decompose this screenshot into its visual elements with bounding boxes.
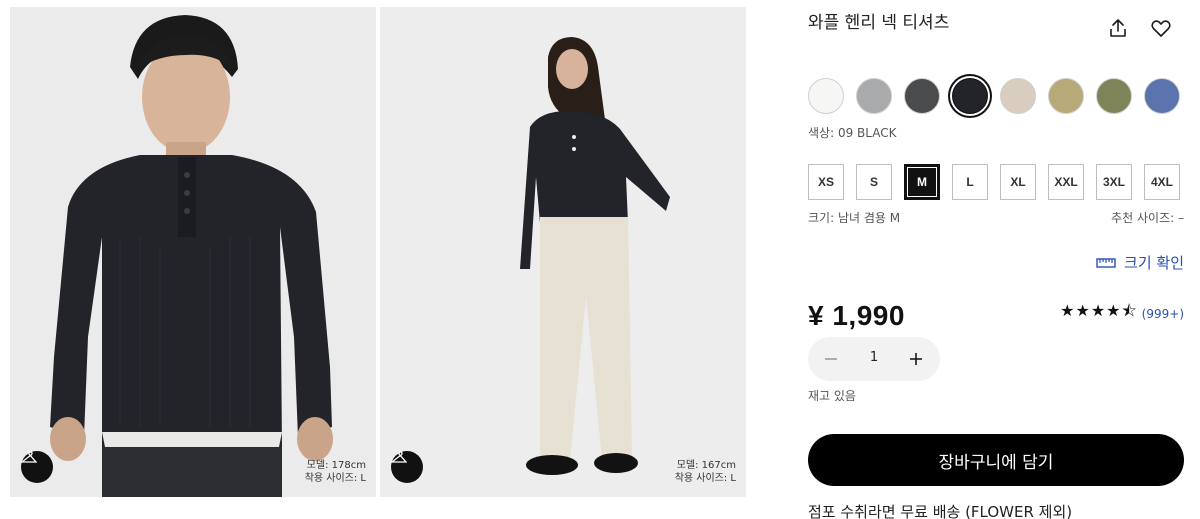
favorite-button[interactable] — [1150, 17, 1172, 39]
product-image-1[interactable]: 모델: 178cm 착용 사이즈: L — [10, 7, 376, 497]
size-option-l[interactable]: L — [952, 164, 988, 200]
hanger-icon — [21, 451, 37, 463]
quantity-decrease-button[interactable] — [820, 348, 842, 370]
color-swatch-black[interactable] — [952, 78, 988, 114]
color-swatch-khaki[interactable] — [1048, 78, 1084, 114]
model-info: 모델: 178cm 착용 사이즈: L — [305, 459, 366, 485]
product-price: ¥ 1,990 — [808, 300, 905, 331]
quantity-stepper: 1 — [808, 337, 940, 381]
try-on-button[interactable] — [391, 451, 423, 483]
selected-size-label: 크기: 남녀 겸용 M — [808, 211, 901, 225]
color-swatch-blue[interactable] — [1144, 78, 1180, 114]
size-option-xl[interactable]: XL — [1000, 164, 1036, 200]
color-swatch-olive[interactable] — [1096, 78, 1132, 114]
add-to-cart-button[interactable]: 장바구니에 담기 — [808, 434, 1184, 486]
color-swatch-beige[interactable] — [1000, 78, 1036, 114]
product-detail-panel: 와플 헨리 넥 티셔츠 색상: 09 BLACK XS S M L XL XXL 3XL 4X… — [808, 0, 1188, 519]
size-option-xxl[interactable]: XXL — [1048, 164, 1084, 200]
model-height: 모델: 167cm — [676, 460, 736, 471]
size-guide-link[interactable]: 크기 확인 — [1096, 252, 1184, 273]
quantity-increase-button[interactable] — [905, 348, 927, 370]
size-option-xs[interactable]: XS — [808, 164, 844, 200]
plus-icon — [910, 353, 922, 365]
product-title: 와플 헨리 넥 티셔츠 — [808, 13, 950, 33]
size-option-4xl[interactable]: 4XL — [1144, 164, 1180, 200]
pickup-shipping-note: 점포 수취라면 무료 배송 (FLOWER 제외) — [808, 503, 1073, 519]
model-info: 모델: 167cm 착용 사이즈: L — [675, 459, 736, 485]
rating-stars: ★★★★⯪ — [1060, 301, 1138, 320]
model-height: 모델: 178cm — [306, 460, 366, 471]
product-gallery: 모델: 178cm 착용 사이즈: L 모델: 167cm 착용 사이즈: L — [10, 7, 746, 497]
minus-icon — [825, 358, 837, 360]
rating-link[interactable]: ★★★★⯪ (999+) — [1060, 300, 1184, 327]
size-option-m[interactable]: M — [904, 164, 940, 200]
size-option-3xl[interactable]: 3XL — [1096, 164, 1132, 200]
stock-status: 재고 있음 — [808, 389, 856, 403]
review-count: (999+) — [1141, 306, 1184, 321]
share-button[interactable] — [1107, 17, 1129, 39]
try-on-button[interactable] — [21, 451, 53, 483]
model-size: 착용 사이즈: L — [304, 473, 366, 484]
color-swatches — [808, 78, 1188, 116]
model-size: 착용 사이즈: L — [674, 473, 736, 484]
heart-icon — [1151, 20, 1171, 37]
size-options: XS S M L XL XXL 3XL 4XL — [808, 164, 1188, 200]
color-swatch-light-gray[interactable] — [856, 78, 892, 114]
share-icon — [1110, 19, 1126, 37]
hanger-icon — [391, 451, 407, 463]
color-swatch-white[interactable] — [808, 78, 844, 114]
model-photo-1 — [10, 7, 376, 497]
quantity-value[interactable]: 1 — [864, 350, 884, 365]
ruler-icon — [1096, 257, 1116, 268]
selected-color-label: 색상: 09 BLACK — [808, 126, 897, 140]
recommended-size-label: 추천 사이즈: – — [1111, 211, 1184, 225]
color-swatch-dark-gray[interactable] — [904, 78, 940, 114]
size-option-s[interactable]: S — [856, 164, 892, 200]
product-image-2[interactable]: 모델: 167cm 착용 사이즈: L — [380, 7, 746, 497]
model-photo-2 — [380, 7, 746, 497]
size-guide-label: 크기 확인 — [1124, 254, 1184, 272]
